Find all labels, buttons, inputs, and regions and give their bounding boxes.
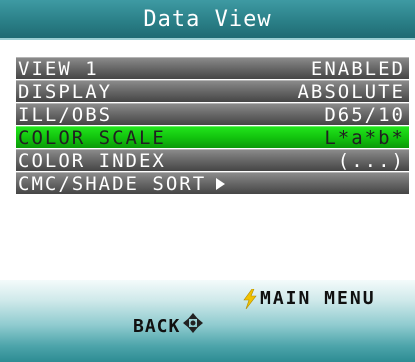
dpad-icon <box>183 312 204 333</box>
main-menu-button[interactable]: MAIN MENU <box>242 288 376 309</box>
menu-item-label: DISPLAY <box>18 80 113 103</box>
submenu-arrow-icon <box>216 178 226 190</box>
menu-item-label: ILL/OBS <box>18 103 113 126</box>
menu-item-color-index[interactable]: COLOR INDEX (...) <box>16 149 409 172</box>
back-button[interactable]: BACK <box>133 312 204 337</box>
title-bar: Data View <box>0 0 415 40</box>
menu-item-label: CMC/SHADE SORT <box>18 172 226 195</box>
back-label: BACK <box>133 316 181 337</box>
menu-item-ill-obs[interactable]: ILL/OBS D65/10 <box>16 103 409 126</box>
menu-item-view-1[interactable]: VIEW 1 ENABLED <box>16 57 409 80</box>
menu-item-value: ENABLED <box>310 57 405 80</box>
menu-item-label: COLOR SCALE <box>18 126 166 149</box>
menu-item-cmc-shade-sort[interactable]: CMC/SHADE SORT <box>16 172 409 195</box>
lightning-bolt-icon <box>243 288 257 309</box>
main-menu-label: MAIN MENU <box>260 288 376 309</box>
menu-item-color-scale[interactable]: COLOR SCALE L*a*b* <box>16 126 409 149</box>
menu-item-value: ABSOLUTE <box>297 80 405 103</box>
menu-item-value: L*a*b* <box>324 126 405 149</box>
page-title: Data View <box>143 6 272 32</box>
screen: Data View VIEW 1 ENABLED DISPLAY ABSOLUT… <box>0 0 415 362</box>
menu-item-label: VIEW 1 <box>18 57 99 80</box>
menu-item-display[interactable]: DISPLAY ABSOLUTE <box>16 80 409 103</box>
menu-item-value: (...) <box>337 149 405 172</box>
menu-item-label: COLOR INDEX <box>18 149 166 172</box>
menu-list: VIEW 1 ENABLED DISPLAY ABSOLUTE ILL/OBS … <box>16 57 409 195</box>
menu-item-value: D65/10 <box>324 103 405 126</box>
menu-item-label-text: CMC/SHADE SORT <box>18 172 207 195</box>
